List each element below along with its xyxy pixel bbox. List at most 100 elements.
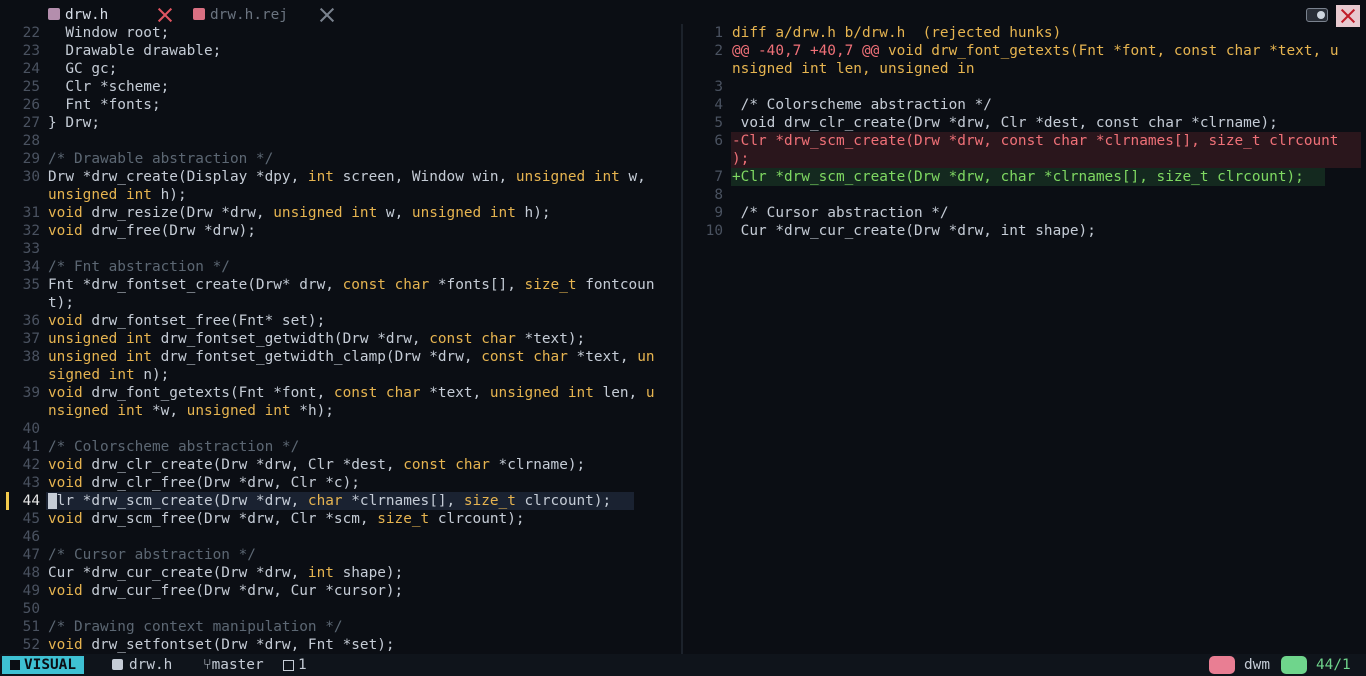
code-text[interactable]: void drw_clr_free(Drw *drw, Clr *c); [48, 474, 360, 492]
code-line[interactable]: 42 void drw_clr_create(Drw *drw, Clr *des… [0, 456, 680, 474]
code-text[interactable]: Cur *drw_cur_create(Drw *drw, int shape)… [732, 222, 1096, 240]
code-line[interactable]: 23 Drawable drawable; [0, 42, 680, 60]
code-line[interactable]: 29 /* Drawable abstraction */ [0, 150, 680, 168]
code-text[interactable]: void drw_setfontset(Drw *drw, Fnt *set); [48, 636, 395, 654]
tab-drw-h-rej[interactable]: drw.h.rej [193, 5, 288, 25]
code-line[interactable]: 27} Drw; [0, 114, 680, 132]
code-line[interactable]: 6 -Clr *drw_scm_create(Drw *drw, const ch… [683, 132, 1366, 150]
code-text[interactable]: nsigned int len, unsigned in [732, 60, 975, 78]
code-text[interactable]: /* Colorscheme abstraction */ [732, 96, 992, 114]
code-line[interactable]: 35 Fnt *drw_fontset_create(Drw* drw, cons… [0, 276, 680, 294]
code-text[interactable]: Window root; [48, 24, 169, 42]
code-text[interactable]: -Clr *drw_scm_create(Drw *drw, const cha… [732, 132, 1338, 150]
code-text[interactable]: /* Cursor abstraction */ [732, 204, 949, 222]
code-text[interactable]: void drw_clr_create(Drw *drw, Clr *dest,… [48, 456, 585, 474]
code-text[interactable]: signed int n); [48, 366, 169, 384]
code-text[interactable]: /* Drawing context manipulation */ [48, 618, 343, 636]
tab-drw-h[interactable]: drw.h [48, 5, 108, 25]
code-line[interactable]: 2 @@ -40,7 +40,7 @@ void drw_font_getexts… [683, 42, 1366, 60]
code-line[interactable]: 41 /* Colorscheme abstraction */ [0, 438, 680, 456]
code-text[interactable]: diff a/drw.h b/drw.h (rejected hunks) [732, 24, 1061, 42]
code-text[interactable]: Drw *drw_create(Display *dpy, int screen… [48, 168, 646, 186]
code-text[interactable]: unsigned int h); [48, 186, 187, 204]
code-line[interactable]: nsigned int len, unsigned in [683, 60, 1366, 78]
editor-pane-left[interactable]: 22 Window root; 23 Drawable drawable; 24 G… [0, 24, 680, 654]
code-text[interactable]: ); [732, 150, 749, 168]
code-line[interactable]: 8 [683, 186, 1366, 204]
code-text[interactable]: /* Drawable abstraction */ [48, 150, 273, 168]
code-line[interactable]: 4 /* Colorscheme abstraction */ [683, 96, 1366, 114]
code-line[interactable]: 48 Cur *drw_cur_create(Drw *drw, int shap… [0, 564, 680, 582]
code-line[interactable]: 52 void drw_setfontset(Drw *drw, Fnt *set… [0, 636, 680, 654]
code-text[interactable]: +Clr *drw_scm_create(Drw *drw, char *clr… [732, 168, 1304, 186]
code-line[interactable]: 46 [0, 528, 680, 546]
text-file-icon [193, 8, 205, 20]
code-text[interactable]: Cur *drw_cur_create(Drw *drw, int shape)… [48, 564, 403, 582]
code-line[interactable]: 49 void drw_cur_free(Drw *drw, Cur *curso… [0, 582, 680, 600]
code-line[interactable]: 9 /* Cursor abstraction */ [683, 204, 1366, 222]
code-line[interactable]: 26 Fnt *fonts; [0, 96, 680, 114]
code-line[interactable]: t); [0, 294, 680, 312]
code-line[interactable]: 45 void drw_scm_free(Drw *drw, Clr *scm, … [0, 510, 680, 528]
code-line[interactable]: 43 void drw_clr_free(Drw *drw, Clr *c); [0, 474, 680, 492]
code-text[interactable]: /* Cursor abstraction */ [48, 546, 256, 564]
code-text[interactable]: void drw_fontset_free(Fnt* set); [48, 312, 325, 330]
code-line[interactable]: 3 [683, 78, 1366, 96]
code-line[interactable]: 5 void drw_clr_create(Drw *drw, Clr *des… [683, 114, 1366, 132]
code-line[interactable]: 50 [0, 600, 680, 618]
code-line[interactable]: 40 [0, 420, 680, 438]
code-text[interactable]: Clr *drw_scm_create(Drw *drw, char *clrn… [48, 492, 611, 510]
code-text[interactable]: /* Colorscheme abstraction */ [48, 438, 299, 456]
line-number: 30 [22, 169, 40, 185]
code-line[interactable]: 36 void drw_fontset_free(Fnt* set); [0, 312, 680, 330]
code-text[interactable]: void drw_clr_create(Drw *drw, Clr *dest,… [732, 114, 1278, 132]
tab-close-button[interactable] [316, 5, 336, 25]
line-number: 1 [714, 25, 723, 41]
code-line[interactable]: 47 /* Cursor abstraction */ [0, 546, 680, 564]
code-text[interactable]: /* Fnt abstraction */ [48, 258, 230, 276]
code-text[interactable]: } Drw; [48, 114, 100, 132]
square-icon [283, 660, 294, 671]
code-text[interactable]: unsigned int drw_fontset_getwidth_clamp(… [48, 348, 655, 366]
code-line[interactable]: 51 /* Drawing context manipulation */ [0, 618, 680, 636]
code-text[interactable]: Drawable drawable; [48, 42, 221, 60]
code-line[interactable]: 25 Clr *scheme; [0, 78, 680, 96]
code-text[interactable]: Fnt *drw_fontset_create(Drw* drw, const … [48, 276, 655, 294]
code-text[interactable]: GC gc; [48, 60, 117, 78]
code-line[interactable]: 44 Clr *drw_scm_create(Drw *drw, char *cl… [0, 492, 680, 510]
code-text[interactable]: void drw_cur_free(Drw *drw, Cur *cursor)… [48, 582, 403, 600]
code-text[interactable]: nsigned int *w, unsigned int *h); [48, 402, 334, 420]
code-text[interactable]: void drw_font_getexts(Fnt *font, const c… [48, 384, 655, 402]
code-line[interactable]: unsigned int h); [0, 186, 680, 204]
code-line[interactable]: signed int n); [0, 366, 680, 384]
code-line[interactable]: 28 [0, 132, 680, 150]
code-line[interactable]: ); [683, 150, 1366, 168]
code-text[interactable]: void drw_scm_free(Drw *drw, Clr *scm, si… [48, 510, 525, 528]
toggle-switch-icon[interactable] [1306, 8, 1328, 22]
tab-label: drw.h [65, 7, 109, 23]
code-line[interactable]: 32 void drw_free(Drw *drw); [0, 222, 680, 240]
code-line[interactable]: 38 unsigned int drw_fontset_getwidth_clam… [0, 348, 680, 366]
code-line[interactable]: 31 void drw_resize(Drw *drw, unsigned int… [0, 204, 680, 222]
code-text[interactable]: void drw_free(Drw *drw); [48, 222, 256, 240]
editor-pane-right[interactable]: 1 diff a/drw.h b/drw.h (rejected hunks) 2 @… [683, 24, 1366, 654]
code-line[interactable]: 39 void drw_font_getexts(Fnt *font, const… [0, 384, 680, 402]
code-text[interactable]: @@ -40,7 +40,7 @@ void drw_font_getexts(… [732, 42, 1338, 60]
code-line[interactable]: 7 +Clr *drw_scm_create(Drw *drw, char *cl… [683, 168, 1366, 186]
line-number: 43 [22, 475, 40, 491]
code-line[interactable]: 10 Cur *drw_cur_create(Drw *drw, int sha… [683, 222, 1366, 240]
code-line[interactable]: 1 diff a/drw.h b/drw.h (rejected hunks) [683, 24, 1366, 42]
code-text[interactable]: Clr *scheme; [48, 78, 169, 96]
code-line[interactable]: 37 unsigned int drw_fontset_getwidth(Drw … [0, 330, 680, 348]
code-line[interactable]: 34 /* Fnt abstraction */ [0, 258, 680, 276]
code-text[interactable]: void drw_resize(Drw *drw, unsigned int w… [48, 204, 551, 222]
code-text[interactable]: unsigned int drw_fontset_getwidth(Drw *d… [48, 330, 585, 348]
code-line[interactable]: nsigned int *w, unsigned int *h); [0, 402, 680, 420]
code-line[interactable]: 30 Drw *drw_create(Display *dpy, int scre… [0, 168, 680, 186]
code-line[interactable]: 22 Window root; [0, 24, 680, 42]
tab-close-button[interactable] [154, 5, 174, 25]
code-line[interactable]: 24 GC gc; [0, 60, 680, 78]
code-text[interactable]: Fnt *fonts; [48, 96, 160, 114]
code-text[interactable]: t); [48, 294, 74, 312]
code-line[interactable]: 33 [0, 240, 680, 258]
